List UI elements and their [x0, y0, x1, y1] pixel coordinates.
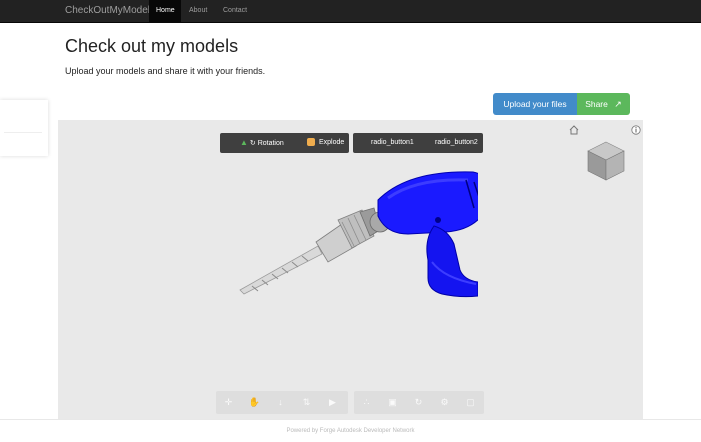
structure-icon[interactable]: ∴ — [359, 395, 374, 410]
chuck — [315, 207, 381, 263]
info-icon[interactable] — [631, 122, 641, 135]
share-icon: ↗ — [614, 99, 622, 109]
toggle-bar: ▲ ↻ Rotation Explode — [220, 133, 349, 153]
home-icon[interactable] — [569, 122, 579, 135]
explode-toggle[interactable]: Explode — [307, 133, 344, 153]
viewer-toolbar-left: ✛ ✋ ↓ ⇅ ▶ — [216, 391, 348, 414]
rotation-label: Rotation — [257, 140, 284, 147]
orbit-icon[interactable]: ✛ — [221, 395, 236, 410]
brand-logo[interactable]: CheckOutMyModel — [65, 0, 150, 22]
settings-icon[interactable]: ⚙ — [437, 395, 452, 410]
page-subtitle: Upload your models and share it with you… — [65, 66, 266, 76]
share-button[interactable]: Share ↗ — [577, 93, 630, 115]
rotation-icon: ↻ — [249, 140, 256, 147]
explode-icon[interactable]: ▣ — [385, 395, 400, 410]
drill-bit — [239, 245, 323, 295]
explode-label: Explode — [318, 139, 345, 146]
pan-icon[interactable]: ✋ — [247, 395, 262, 410]
drill-handle — [426, 225, 479, 298]
nav-home[interactable]: Home — [149, 0, 181, 22]
camera-icon[interactable]: ▶ — [325, 395, 340, 410]
radio-bar: radio_button1 radio_button2 — [353, 133, 483, 153]
side-panel — [0, 100, 48, 156]
nav-contact[interactable]: Contact — [216, 0, 256, 22]
page-title: Check out my models — [65, 36, 239, 56]
zoom-icon[interactable]: ↓ — [273, 395, 288, 410]
explode-checkbox-icon — [307, 138, 315, 147]
reset-icon[interactable]: ↻ — [411, 395, 426, 410]
fullscreen-icon[interactable]: ▢ — [463, 395, 478, 410]
rotation-toggle-icon: ▲ — [240, 138, 248, 147]
viewer-toolbar-right: ∴ ▣ ↻ ⚙ ▢ — [354, 391, 484, 414]
footer: Powered by Forge Autodesk Developer Netw… — [0, 419, 701, 436]
radio-button-2[interactable]: radio_button2 — [435, 133, 478, 153]
nav-about[interactable]: About — [182, 0, 216, 22]
view-cube-icon[interactable] — [584, 138, 628, 182]
walk-icon[interactable]: ⇅ — [299, 395, 314, 410]
drill-model[interactable] — [238, 160, 490, 300]
side-panel-divider — [4, 132, 42, 133]
radio-button-1[interactable]: radio_button1 — [371, 133, 414, 153]
upload-files-button[interactable]: Upload your files — [493, 93, 577, 115]
share-label: Share — [585, 99, 608, 109]
drill-body — [377, 171, 490, 235]
rotation-toggle[interactable]: ▲ ↻ Rotation — [240, 133, 284, 154]
navbar: CheckOutMyModel Home About Contact — [0, 0, 701, 23]
model-viewer[interactable]: ▲ ↻ Rotation Explode radio_button1 radio… — [58, 120, 643, 419]
